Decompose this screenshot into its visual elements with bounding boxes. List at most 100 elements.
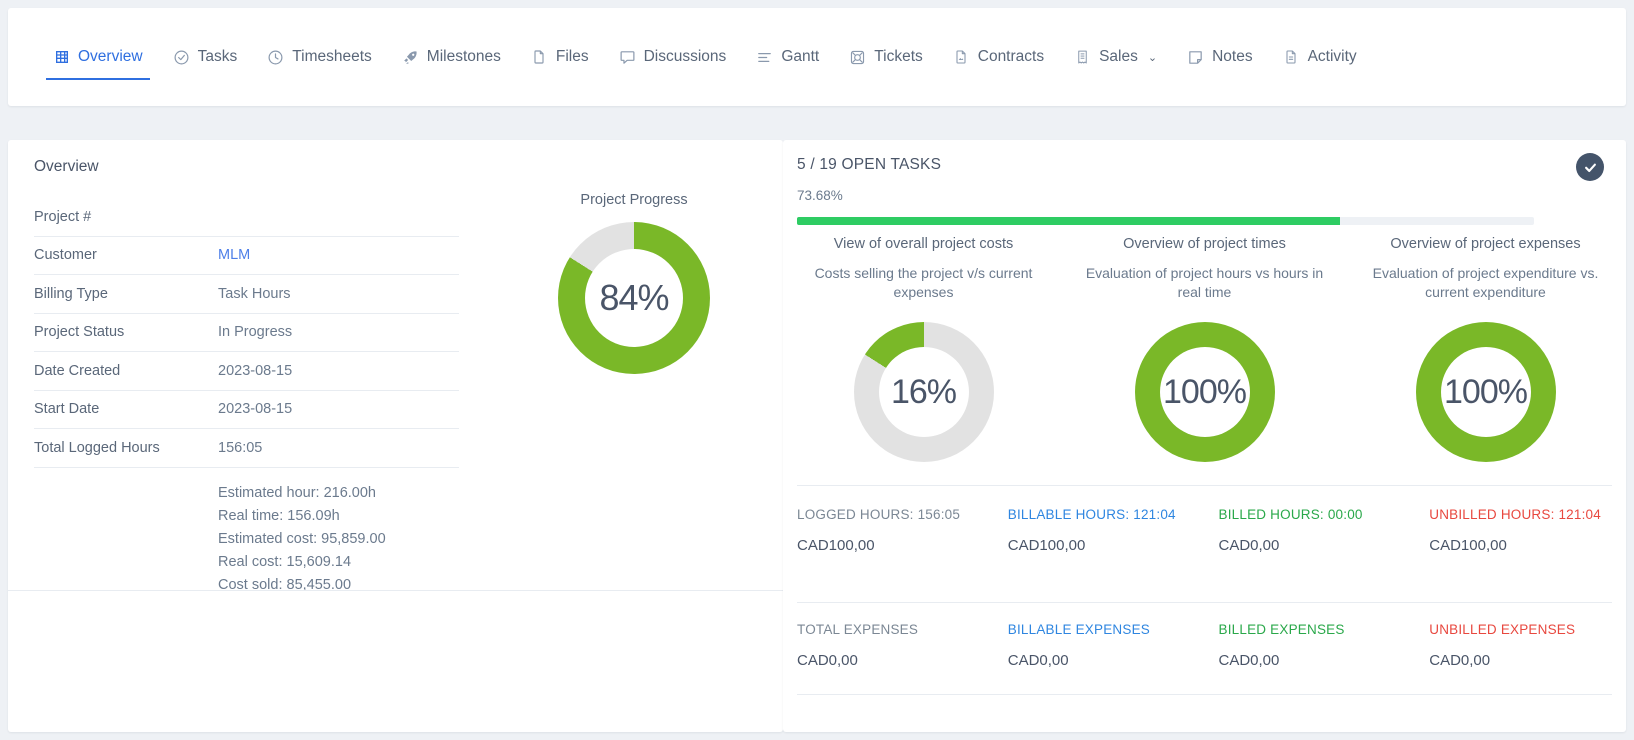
tab-discussions[interactable]: Discussions (604, 8, 742, 106)
tasks-summary-panel: 5 / 19 OPEN TASKS 73.68% View of overall… (783, 140, 1626, 732)
tab-notes[interactable]: Notes (1172, 8, 1268, 106)
receipt-icon (1074, 49, 1091, 66)
tab-label: Tickets (874, 48, 923, 65)
metric-label[interactable]: UNBILLED HOURS: 121:04 (1429, 505, 1612, 524)
tab-timesheets[interactable]: Timesheets (252, 8, 387, 106)
metric-label[interactable]: BILLED HOURS: 00:00 (1219, 505, 1402, 524)
column-title: Overview of project times (1123, 236, 1286, 252)
info-value: 2023-08-15 (218, 401, 293, 418)
metric-value: CAD0,00 (1218, 537, 1280, 554)
info-label: Billing Type (34, 285, 108, 302)
overview-panel: Overview Project # Customer MLM Billing Typ… (8, 140, 783, 732)
donut-hole: 16% (878, 347, 969, 437)
rocket-icon (402, 49, 419, 66)
tab-overview[interactable]: Overview (38, 8, 158, 106)
metric-value: CAD0,00 (1429, 652, 1491, 669)
section-divider-hours (797, 485, 1612, 486)
metric-cell: UNBILLED HOURS: 121:04 CAD100,00 (1415, 505, 1626, 554)
metric-value: CAD100,00 (1429, 537, 1507, 554)
tab-contracts[interactable]: Contracts (938, 8, 1059, 106)
donut-chart: 100% (1134, 322, 1275, 462)
tab-activity[interactable]: Activity (1268, 8, 1372, 106)
contract-icon (953, 49, 970, 66)
tab-bar: Overview Tasks Timesheets Milestones Files Di… (8, 8, 1626, 106)
tab-label: Timesheets (292, 48, 372, 65)
donut-hole: 84% (585, 249, 683, 347)
project-progress-title: Project Progress (580, 192, 688, 208)
list-icon (756, 49, 773, 66)
project-progress-widget: Project Progress 84% (500, 192, 768, 374)
metric-value: CAD0,00 (1007, 652, 1069, 669)
column-subtitle: Costs selling the project v/s current ex… (814, 265, 1033, 300)
info-row: Project # (34, 198, 459, 237)
note-icon (1187, 49, 1204, 66)
chevron-down-icon[interactable]: ⌄ (1148, 51, 1157, 64)
panel-divider (8, 590, 783, 591)
info-label: Total Logged Hours (34, 439, 160, 456)
customer-link[interactable]: MLM (218, 247, 250, 263)
donut-value: 100% (1444, 372, 1528, 411)
donut-chart: 16% (853, 322, 994, 462)
info-value: In Progress (218, 324, 293, 341)
expense-metrics-row: TOTAL EXPENSES CAD0,00 BILLABLE EXPENSES CA… (783, 620, 1626, 669)
progress-bar-fill (797, 217, 1341, 225)
cost-line: Estimated hour: 216.00h (218, 484, 376, 501)
info-label: Project # (34, 208, 92, 225)
metric-value: CAD0,00 (1218, 652, 1280, 669)
tab-tasks[interactable]: Tasks (158, 8, 253, 106)
tab-files[interactable]: Files (516, 8, 604, 106)
column-title: View of overall project costs (833, 236, 1014, 252)
file-icon (531, 49, 548, 66)
metric-cell: LOGGED HOURS: 156:05 CAD100,00 (783, 505, 994, 554)
metric-value: CAD100,00 (797, 537, 875, 554)
tab-milestones[interactable]: Milestones (387, 8, 516, 106)
tab-label: Tasks (197, 48, 238, 65)
info-label: Customer (34, 247, 97, 264)
metric-value: CAD100,00 (1007, 537, 1086, 554)
column-chart-wrap: 100% (1074, 322, 1335, 462)
column-subtitle: Evaluation of project hours vs hours in … (1085, 265, 1324, 300)
comment-icon (619, 49, 636, 66)
page-title: Overview (34, 158, 99, 175)
metric-label[interactable]: BILLED EXPENSES (1219, 620, 1402, 639)
cost-summary: Estimated hour: 216.00h Real time: 156.09… (34, 482, 757, 597)
column-chart-wrap: 16% (793, 322, 1054, 462)
tab-label: Overview (78, 48, 143, 65)
metric-cell: BILLABLE HOURS: 121:04 CAD100,00 (994, 505, 1205, 554)
column-subtitle: Evaluation of project expenditure vs. cu… (1372, 265, 1599, 300)
tab-tickets[interactable]: Tickets (834, 8, 938, 106)
check-circle-icon[interactable] (1576, 153, 1604, 181)
metric-label[interactable]: UNBILLED EXPENSES (1429, 620, 1612, 639)
project-progress-value: 84% (599, 277, 669, 318)
hours-metrics-row: LOGGED HOURS: 156:05 CAD100,00 BILLABLE HO… (783, 505, 1626, 554)
cost-line: Real time: 156.09h (218, 507, 340, 524)
tab-label: Discussions (643, 48, 727, 65)
tab-label: Sales (1099, 48, 1138, 65)
donut-chart: 100% (1415, 322, 1556, 462)
metric-column: Overview of project times Evaluation of p… (1064, 236, 1345, 462)
metric-column: View of overall project costs Costs selli… (783, 236, 1064, 462)
metric-cell: BILLED EXPENSES CAD0,00 (1205, 620, 1416, 669)
tab-sales[interactable]: Sales ⌄ (1059, 8, 1172, 106)
check-circle-icon (173, 49, 190, 66)
metric-label[interactable]: BILLABLE HOURS: 121:04 (1008, 505, 1191, 524)
metric-columns: View of overall project costs Costs selli… (783, 236, 1626, 462)
tab-label: Notes (1212, 48, 1253, 65)
metric-label[interactable]: BILLABLE EXPENSES (1008, 620, 1191, 639)
metric-cell: UNBILLED EXPENSES CAD0,00 (1415, 620, 1626, 669)
open-tasks-label: 5 / 19 OPEN TASKS (797, 156, 942, 173)
donut-value: 100% (1163, 372, 1247, 411)
clock-icon (267, 49, 284, 66)
tab-label: Milestones (426, 48, 501, 65)
info-label: Start Date (34, 401, 100, 418)
progress-bar-track (797, 217, 1534, 225)
tab-gantt[interactable]: Gantt (741, 8, 834, 106)
metric-value: CAD0,00 (797, 652, 858, 669)
tab-label: Contracts (977, 48, 1045, 65)
tab-list: Overview Tasks Timesheets Milestones Files Di… (8, 8, 1626, 106)
info-label: Date Created (34, 362, 121, 379)
info-value: Task Hours (218, 285, 291, 302)
info-row: Total Logged Hours 156:05 (34, 429, 459, 468)
info-row: Start Date 2023-08-15 (34, 391, 459, 429)
donut-value: 16% (890, 372, 957, 411)
